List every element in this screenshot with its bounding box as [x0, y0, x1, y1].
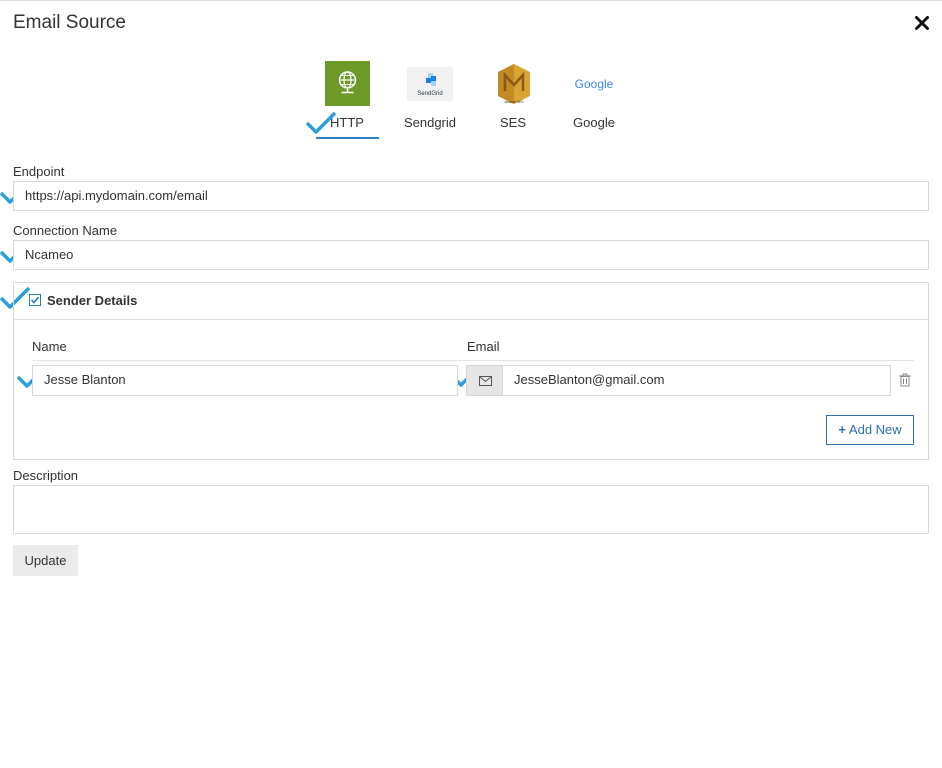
- provider-label-ses: SES: [499, 115, 526, 130]
- provider-label-sendgrid: Sendgrid: [403, 115, 457, 130]
- google-logo: Google: [575, 77, 614, 91]
- top-border: [0, 0, 942, 1]
- email-column-header: Email: [467, 339, 500, 354]
- globe-icon: [325, 61, 370, 106]
- description-textarea[interactable]: [13, 485, 929, 534]
- add-new-label: Add New: [848, 422, 902, 437]
- sender-name-input[interactable]: Jesse Blanton: [32, 365, 458, 396]
- provider-label-google: Google: [573, 115, 615, 130]
- description-label: Description: [13, 468, 79, 483]
- email-addon: [466, 365, 503, 396]
- provider-google[interactable]: Google Google: [554, 61, 634, 131]
- endpoint-input[interactable]: https://api.mydomain.com/email: [13, 181, 929, 211]
- dialog-title: Email Source: [13, 12, 126, 33]
- envelope-icon: [479, 376, 492, 386]
- sendgrid-logo: SendGrid: [407, 67, 453, 101]
- connection-name-label: Connection Name: [13, 223, 118, 238]
- trash-icon[interactable]: [898, 373, 912, 387]
- update-button[interactable]: Update: [13, 545, 78, 576]
- endpoint-label: Endpoint: [13, 164, 65, 179]
- provider-sendgrid[interactable]: SendGrid Sendgrid: [390, 61, 470, 131]
- svg-text:SendGrid: SendGrid: [417, 91, 442, 97]
- column-divider: [31, 360, 914, 361]
- sender-details-checkbox[interactable]: [29, 294, 41, 306]
- sender-details-title: Sender Details: [47, 293, 138, 308]
- provider-ses[interactable]: Amazon SES SES: [473, 61, 553, 131]
- svg-text:Google: Google: [575, 77, 614, 91]
- connection-name-input[interactable]: Ncameo: [13, 240, 929, 270]
- sender-details-header: Sender Details: [14, 283, 928, 320]
- selected-tab-indicator: [316, 137, 379, 139]
- plus-icon: +: [838, 422, 846, 437]
- sender-email-input[interactable]: JesseBlanton@gmail.com: [502, 365, 891, 396]
- add-new-button[interactable]: + Add New: [826, 415, 914, 445]
- name-column-header: Name: [32, 339, 67, 354]
- checkmark-icon: [306, 112, 336, 134]
- close-icon[interactable]: [914, 15, 930, 31]
- svg-text:Amazon SES: Amazon SES: [505, 100, 524, 104]
- aws-ses-logo: Amazon SES: [498, 64, 530, 104]
